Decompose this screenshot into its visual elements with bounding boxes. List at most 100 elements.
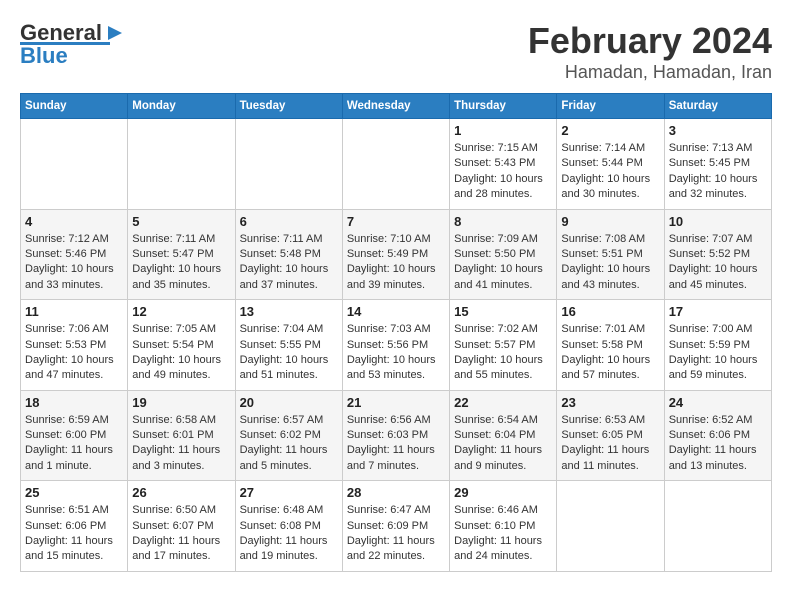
calendar-cell: 1Sunrise: 7:15 AM Sunset: 5:43 PM Daylig…	[450, 119, 557, 210]
day-info: Sunrise: 7:13 AM Sunset: 5:45 PM Dayligh…	[669, 141, 767, 203]
calendar-cell: 5 Sunrise: 7:11 AM Sunset: 5:47 PM Daylig…	[128, 209, 235, 300]
day-info: Sunrise: 7:12 AM Sunset: 5:46 PM Dayligh…	[25, 232, 123, 294]
calendar-table: SundayMondayTuesdayWednesdayThursdayFrid…	[20, 93, 772, 572]
calendar-cell	[235, 119, 342, 210]
day-number: 22	[454, 395, 552, 410]
calendar-cell: 28 Sunrise: 6:47 AM Sunset: 6:09 PM Dayli…	[342, 481, 449, 572]
day-info: Sunrise: 7:11 AM Sunset: 5:47 PM Dayligh…	[132, 232, 230, 294]
day-number: 23	[561, 395, 659, 410]
day-number: 13	[240, 304, 338, 319]
day-number: 14	[347, 304, 445, 319]
day-number: 28	[347, 485, 445, 500]
logo: General Blue	[20, 20, 126, 69]
day-number: 11	[25, 304, 123, 319]
calendar-week-0: 1Sunrise: 7:15 AM Sunset: 5:43 PM Daylig…	[21, 119, 772, 210]
day-number: 15	[454, 304, 552, 319]
day-info: Sunrise: 7:15 AM Sunset: 5:43 PM Dayligh…	[454, 141, 552, 203]
calendar-cell	[128, 119, 235, 210]
day-number: 29	[454, 485, 552, 500]
day-info: Sunrise: 7:14 AM Sunset: 5:44 PM Dayligh…	[561, 141, 659, 203]
calendar-cell: 22 Sunrise: 6:54 AM Sunset: 6:04 PM Dayli…	[450, 390, 557, 481]
day-number: 2	[561, 123, 659, 138]
day-header-tuesday: Tuesday	[235, 94, 342, 119]
day-number: 25	[25, 485, 123, 500]
day-number: 24	[669, 395, 767, 410]
calendar-cell: 21 Sunrise: 6:56 AM Sunset: 6:03 PM Dayli…	[342, 390, 449, 481]
calendar-cell: 27Sunrise: 6:48 AM Sunset: 6:08 PM Dayli…	[235, 481, 342, 572]
calendar-cell: 11Sunrise: 7:06 AM Sunset: 5:53 PM Dayli…	[21, 300, 128, 391]
day-header-monday: Monday	[128, 94, 235, 119]
day-info: Sunrise: 6:51 AM Sunset: 6:06 PM Dayligh…	[25, 503, 123, 565]
calendar-cell: 9Sunrise: 7:08 AM Sunset: 5:51 PM Daylig…	[557, 209, 664, 300]
day-header-thursday: Thursday	[450, 94, 557, 119]
day-info: Sunrise: 7:10 AM Sunset: 5:49 PM Dayligh…	[347, 232, 445, 294]
calendar-cell: 14 Sunrise: 7:03 AM Sunset: 5:56 PM Dayli…	[342, 300, 449, 391]
day-number: 21	[347, 395, 445, 410]
calendar-cell: 6 Sunrise: 7:11 AM Sunset: 5:48 PM Daylig…	[235, 209, 342, 300]
day-header-wednesday: Wednesday	[342, 94, 449, 119]
page-title: February 2024	[528, 20, 772, 62]
calendar-cell: 26Sunrise: 6:50 AM Sunset: 6:07 PM Dayli…	[128, 481, 235, 572]
calendar-cell: 17 Sunrise: 7:00 AM Sunset: 5:59 PM Dayli…	[664, 300, 771, 391]
calendar-cell: 25 Sunrise: 6:51 AM Sunset: 6:06 PM Dayli…	[21, 481, 128, 572]
day-number: 6	[240, 214, 338, 229]
title-block: February 2024 Hamadan, Hamadan, Iran	[528, 20, 772, 83]
day-number: 26	[132, 485, 230, 500]
calendar-cell: 12 Sunrise: 7:05 AM Sunset: 5:54 PM Dayli…	[128, 300, 235, 391]
calendar-cell	[21, 119, 128, 210]
logo-icon	[104, 22, 126, 44]
calendar-week-2: 11Sunrise: 7:06 AM Sunset: 5:53 PM Dayli…	[21, 300, 772, 391]
calendar-week-1: 4 Sunrise: 7:12 AM Sunset: 5:46 PM Daylig…	[21, 209, 772, 300]
day-info: Sunrise: 6:59 AM Sunset: 6:00 PM Dayligh…	[25, 413, 123, 475]
calendar-header-row: SundayMondayTuesdayWednesdayThursdayFrid…	[21, 94, 772, 119]
day-number: 7	[347, 214, 445, 229]
logo-blue: Blue	[20, 43, 68, 69]
calendar-cell: 10 Sunrise: 7:07 AM Sunset: 5:52 PM Dayli…	[664, 209, 771, 300]
day-info: Sunrise: 6:52 AM Sunset: 6:06 PM Dayligh…	[669, 413, 767, 475]
page-subtitle: Hamadan, Hamadan, Iran	[528, 62, 772, 83]
day-number: 27	[240, 485, 338, 500]
day-info: Sunrise: 6:54 AM Sunset: 6:04 PM Dayligh…	[454, 413, 552, 475]
day-number: 17	[669, 304, 767, 319]
calendar-cell	[342, 119, 449, 210]
day-info: Sunrise: 7:11 AM Sunset: 5:48 PM Dayligh…	[240, 232, 338, 294]
day-info: Sunrise: 6:56 AM Sunset: 6:03 PM Dayligh…	[347, 413, 445, 475]
day-info: Sunrise: 6:47 AM Sunset: 6:09 PM Dayligh…	[347, 503, 445, 565]
calendar-cell: 29 Sunrise: 6:46 AM Sunset: 6:10 PM Dayli…	[450, 481, 557, 572]
day-number: 19	[132, 395, 230, 410]
page-header: General Blue February 2024 Hamadan, Hama…	[20, 20, 772, 83]
calendar-cell: 15 Sunrise: 7:02 AM Sunset: 5:57 PM Dayli…	[450, 300, 557, 391]
day-number: 10	[669, 214, 767, 229]
day-number: 18	[25, 395, 123, 410]
day-number: 4	[25, 214, 123, 229]
day-info: Sunrise: 7:07 AM Sunset: 5:52 PM Dayligh…	[669, 232, 767, 294]
day-info: Sunrise: 7:05 AM Sunset: 5:54 PM Dayligh…	[132, 322, 230, 384]
calendar-cell: 20Sunrise: 6:57 AM Sunset: 6:02 PM Dayli…	[235, 390, 342, 481]
calendar-cell	[664, 481, 771, 572]
day-number: 12	[132, 304, 230, 319]
day-number: 3	[669, 123, 767, 138]
day-header-friday: Friday	[557, 94, 664, 119]
calendar-cell: 16Sunrise: 7:01 AM Sunset: 5:58 PM Dayli…	[557, 300, 664, 391]
day-header-sunday: Sunday	[21, 94, 128, 119]
day-info: Sunrise: 7:00 AM Sunset: 5:59 PM Dayligh…	[669, 322, 767, 384]
calendar-cell: 7 Sunrise: 7:10 AM Sunset: 5:49 PM Daylig…	[342, 209, 449, 300]
calendar-cell: 3 Sunrise: 7:13 AM Sunset: 5:45 PM Daylig…	[664, 119, 771, 210]
calendar-cell	[557, 481, 664, 572]
calendar-cell: 2 Sunrise: 7:14 AM Sunset: 5:44 PM Daylig…	[557, 119, 664, 210]
day-info: Sunrise: 6:58 AM Sunset: 6:01 PM Dayligh…	[132, 413, 230, 475]
day-number: 20	[240, 395, 338, 410]
calendar-week-3: 18 Sunrise: 6:59 AM Sunset: 6:00 PM Dayli…	[21, 390, 772, 481]
calendar-week-4: 25 Sunrise: 6:51 AM Sunset: 6:06 PM Dayli…	[21, 481, 772, 572]
day-info: Sunrise: 6:53 AM Sunset: 6:05 PM Dayligh…	[561, 413, 659, 475]
day-number: 16	[561, 304, 659, 319]
day-number: 5	[132, 214, 230, 229]
calendar-cell: 8 Sunrise: 7:09 AM Sunset: 5:50 PM Daylig…	[450, 209, 557, 300]
day-info: Sunrise: 7:02 AM Sunset: 5:57 PM Dayligh…	[454, 322, 552, 384]
day-info: Sunrise: 6:46 AM Sunset: 6:10 PM Dayligh…	[454, 503, 552, 565]
day-info: Sunrise: 7:09 AM Sunset: 5:50 PM Dayligh…	[454, 232, 552, 294]
day-number: 8	[454, 214, 552, 229]
day-info: Sunrise: 7:03 AM Sunset: 5:56 PM Dayligh…	[347, 322, 445, 384]
calendar-cell: 24 Sunrise: 6:52 AM Sunset: 6:06 PM Dayli…	[664, 390, 771, 481]
calendar-cell: 19 Sunrise: 6:58 AM Sunset: 6:01 PM Dayli…	[128, 390, 235, 481]
